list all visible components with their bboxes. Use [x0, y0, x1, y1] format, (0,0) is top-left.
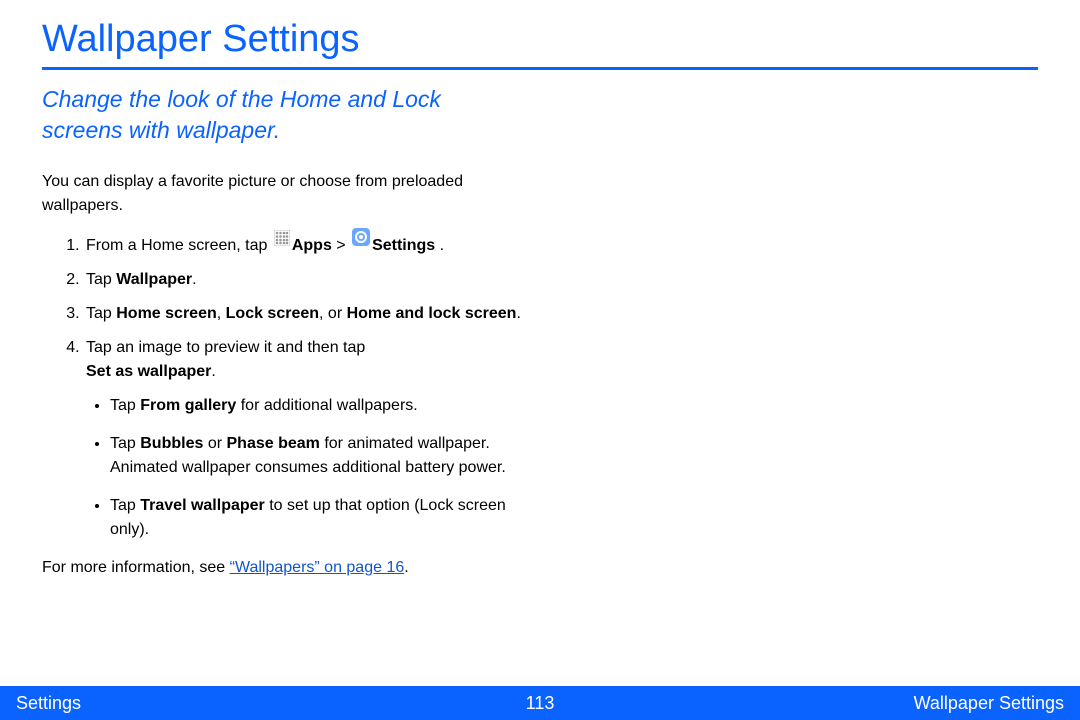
- step-text: Tap: [86, 271, 116, 288]
- bullet-bold: Bubbles: [140, 435, 203, 452]
- step-text: From a Home screen, tap: [86, 237, 272, 254]
- step-2: Tap Wallpaper.: [84, 268, 542, 292]
- outro-text: For more information, see “Wallpapers” o…: [42, 556, 542, 580]
- intro-text: You can display a favorite picture or ch…: [42, 170, 542, 218]
- step-text: .: [211, 363, 215, 380]
- step-text: ,: [217, 305, 226, 322]
- apps-grid-icon: [274, 230, 290, 254]
- footer-right: Wallpaper Settings: [914, 693, 1064, 714]
- page-subtitle: Change the look of the Home and Lock scr…: [42, 84, 522, 146]
- bullet-bold: Travel wallpaper: [140, 497, 265, 514]
- steps-list: From a Home screen, tap Apps > Settings …: [42, 228, 542, 542]
- bullet-text: Tap: [110, 397, 140, 414]
- bullet-bold: From gallery: [140, 397, 236, 414]
- footer-left: Settings: [16, 693, 81, 714]
- step-bold: Set as wallpaper: [86, 363, 211, 380]
- step-1: From a Home screen, tap Apps > Settings …: [84, 228, 542, 258]
- bullet-text: for additional wallpapers.: [236, 397, 417, 414]
- step-bold: Home and lock screen: [347, 305, 517, 322]
- bullet-text: Tap: [110, 497, 140, 514]
- wallpapers-link[interactable]: “Wallpapers” on page 16: [230, 559, 405, 576]
- step-text: >: [332, 237, 350, 254]
- step-text: Tap an image to preview it and then tap: [86, 339, 365, 356]
- step-3: Tap Home screen, Lock screen, or Home an…: [84, 302, 542, 326]
- page-footer: Settings 113 Wallpaper Settings: [0, 686, 1080, 720]
- step-bold: Wallpaper: [116, 271, 192, 288]
- step-text: , or: [319, 305, 347, 322]
- bullet-2: Tap Bubbles or Phase beam for animated w…: [110, 432, 542, 480]
- step-4: Tap an image to preview it and then tap …: [84, 336, 542, 542]
- bullet-text: Tap: [110, 435, 140, 452]
- outro-suffix: .: [404, 559, 408, 576]
- page-title: Wallpaper Settings: [42, 18, 1038, 70]
- bullet-bold: Phase beam: [227, 435, 320, 452]
- bullet-1: Tap From gallery for additional wallpape…: [110, 394, 542, 418]
- step-bold: Apps: [292, 237, 332, 254]
- step-text: .: [192, 271, 196, 288]
- sub-bullets: Tap From gallery for additional wallpape…: [86, 394, 542, 542]
- outro-prefix: For more information, see: [42, 559, 230, 576]
- step-text: .: [435, 237, 444, 254]
- step-bold: Settings: [372, 237, 435, 254]
- footer-page-number: 113: [526, 693, 555, 714]
- bullet-3: Tap Travel wallpaper to set up that opti…: [110, 494, 542, 542]
- bullet-text: or: [203, 435, 226, 452]
- step-text: .: [516, 305, 520, 322]
- step-bold: Lock screen: [226, 305, 319, 322]
- body-content: You can display a favorite picture or ch…: [42, 170, 542, 580]
- step-bold: Home screen: [116, 305, 217, 322]
- settings-gear-icon: [352, 228, 370, 254]
- step-text: Tap: [86, 305, 116, 322]
